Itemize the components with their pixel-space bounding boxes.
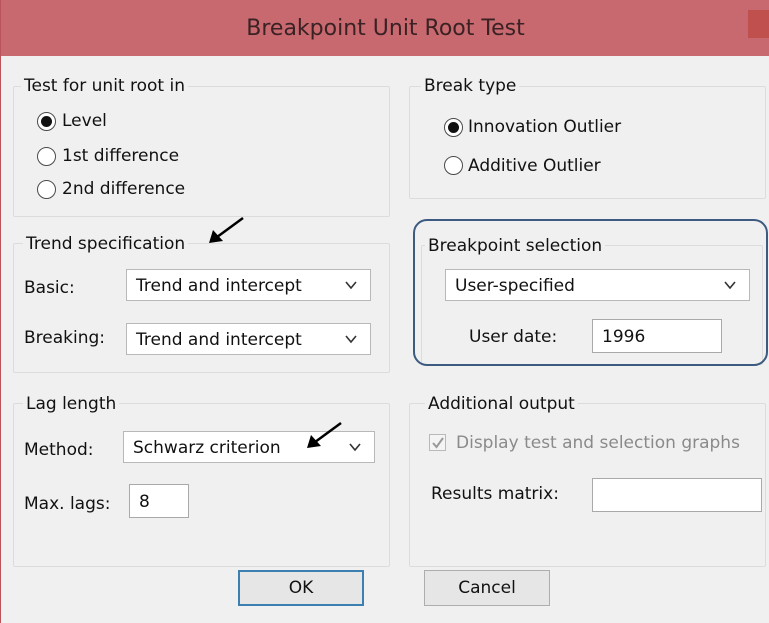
second-difference-label: 2nd difference bbox=[62, 179, 186, 199]
additional-output-legend: Additional output bbox=[425, 394, 578, 414]
chevron-down-icon bbox=[345, 281, 357, 290]
max-lags-label: Max. lags: bbox=[24, 494, 111, 514]
max-lags-input[interactable]: 8 bbox=[129, 484, 189, 518]
results-matrix-label: Results matrix: bbox=[431, 484, 559, 504]
breaking-trend-value: Trend and intercept bbox=[136, 330, 302, 350]
break-type-group bbox=[409, 86, 766, 199]
basic-label: Basic: bbox=[24, 278, 75, 298]
additive-outlier-label: Additive Outlier bbox=[468, 156, 601, 176]
window-title: Breakpoint Unit Root Test bbox=[246, 16, 525, 41]
first-difference-radio[interactable] bbox=[37, 147, 56, 166]
display-graphs-checkbox[interactable] bbox=[429, 434, 446, 451]
display-graphs-label: Display test and selection graphs bbox=[456, 433, 740, 453]
lag-method-label: Method: bbox=[24, 440, 94, 460]
dialog-window: Breakpoint Unit Root Test Test for unit … bbox=[0, 0, 769, 623]
cancel-button[interactable]: Cancel bbox=[424, 570, 550, 606]
second-difference-radio[interactable] bbox=[37, 180, 56, 199]
title-bar[interactable]: Breakpoint Unit Root Test bbox=[1, 0, 769, 56]
lag-length-legend: Lag length bbox=[23, 394, 120, 414]
lag-method-value: Schwarz criterion bbox=[133, 438, 281, 458]
additive-outlier-radio[interactable] bbox=[444, 156, 463, 175]
unit-root-legend: Test for unit root in bbox=[21, 76, 188, 96]
level-label: Level bbox=[62, 111, 107, 131]
checkmark-icon bbox=[432, 437, 444, 449]
chevron-down-icon bbox=[349, 443, 361, 452]
close-button[interactable] bbox=[748, 10, 769, 38]
innovation-outlier-radio[interactable] bbox=[444, 118, 463, 137]
breakpoint-highlight-box bbox=[413, 219, 768, 366]
results-matrix-input[interactable] bbox=[592, 478, 762, 512]
ok-button[interactable]: OK bbox=[238, 570, 364, 606]
innovation-outlier-label: Innovation Outlier bbox=[468, 117, 622, 137]
breaking-label: Breaking: bbox=[24, 328, 106, 348]
arrow-icon bbox=[307, 421, 342, 448]
basic-trend-value: Trend and intercept bbox=[136, 276, 302, 296]
breaking-trend-dropdown[interactable]: Trend and intercept bbox=[126, 323, 371, 355]
basic-trend-dropdown[interactable]: Trend and intercept bbox=[126, 269, 371, 301]
trend-spec-legend: Trend specification bbox=[23, 234, 189, 254]
first-difference-label: 1st difference bbox=[62, 146, 180, 166]
arrow-icon bbox=[209, 216, 244, 243]
break-type-legend: Break type bbox=[421, 76, 520, 96]
level-radio[interactable] bbox=[37, 112, 56, 131]
chevron-down-icon bbox=[345, 335, 357, 344]
